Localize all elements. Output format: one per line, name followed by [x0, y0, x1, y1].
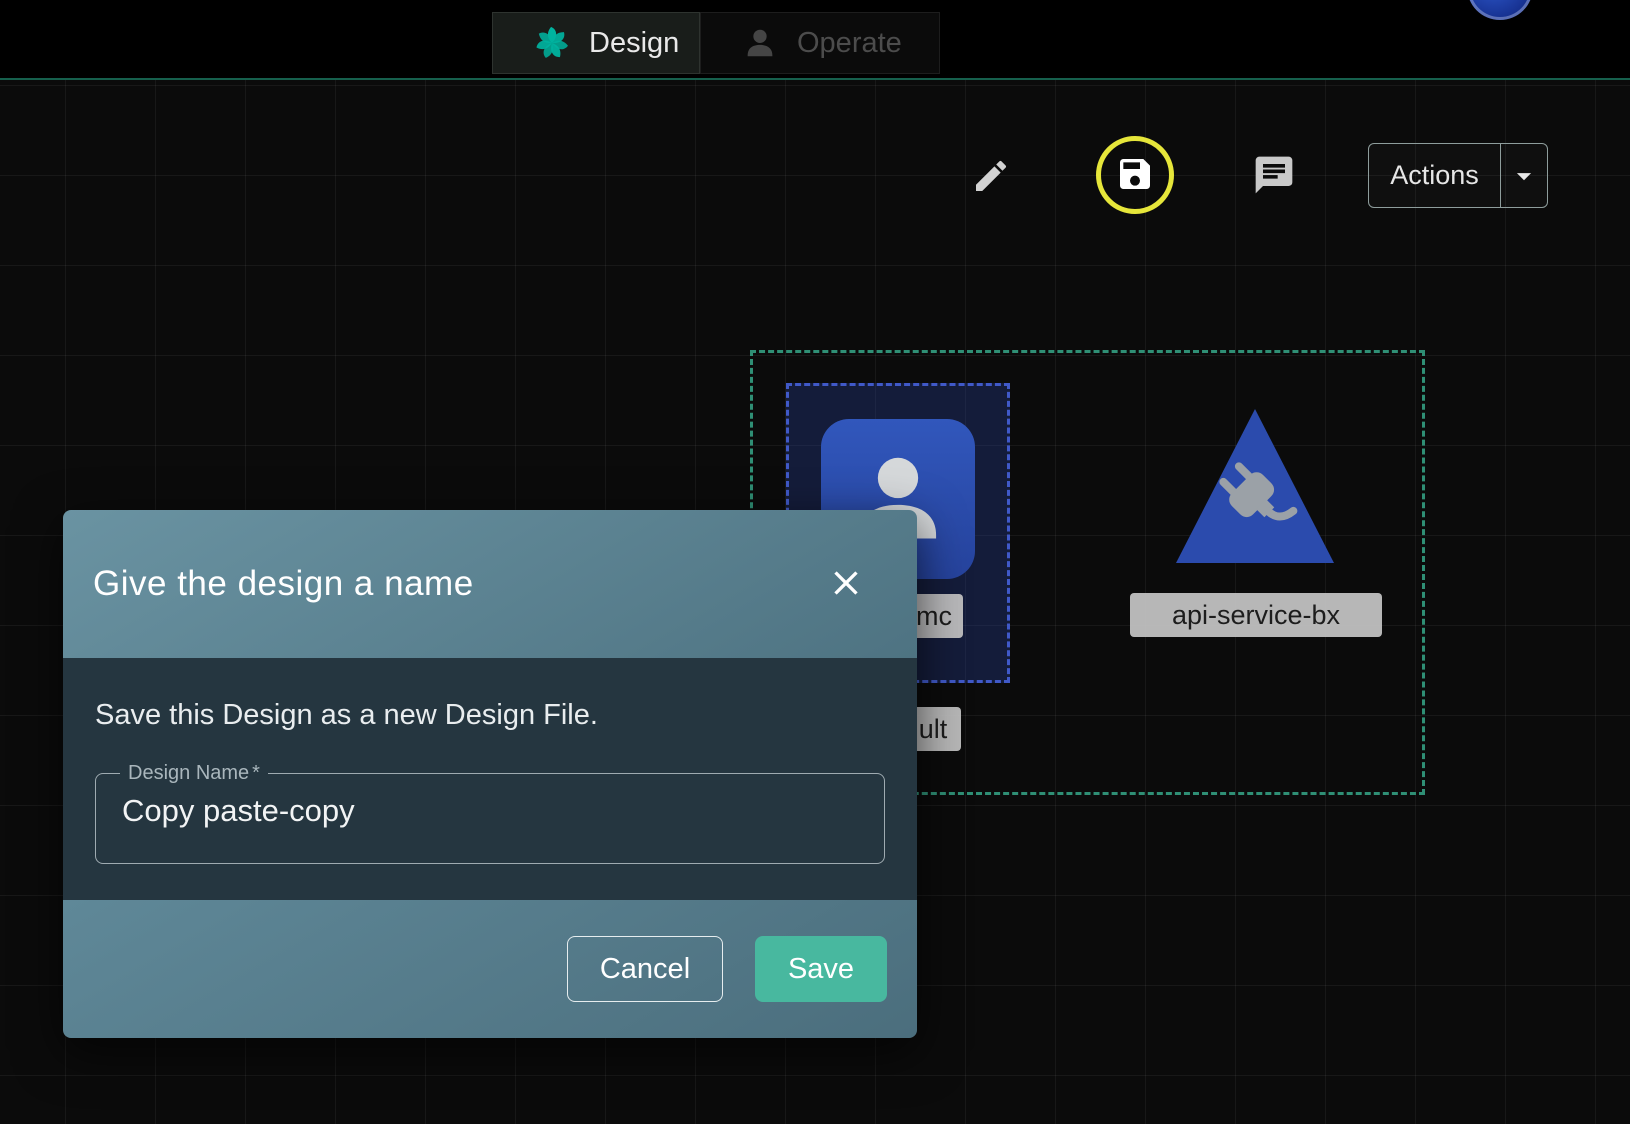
dialog-description: Save this Design as a new Design File.: [95, 698, 885, 732]
dialog-title: Give the design a name: [93, 564, 474, 604]
tab-operate[interactable]: Operate: [700, 12, 940, 74]
save-design-icon-button[interactable]: [1096, 136, 1174, 214]
actions-button[interactable]: Actions: [1368, 143, 1548, 208]
floppy-disk-icon: [1115, 154, 1155, 197]
mode-tabs: Design Operate: [492, 12, 940, 74]
design-name-field: Design Name*: [95, 762, 885, 864]
chevron-down-icon[interactable]: [1501, 144, 1547, 207]
close-icon: [826, 563, 866, 606]
design-name-input[interactable]: [108, 785, 872, 847]
close-button[interactable]: [823, 561, 869, 607]
chat-bubble-icon: [1252, 153, 1296, 200]
operator-person-icon: [741, 24, 779, 62]
pencil-icon: [971, 156, 1011, 199]
dialog-header: Give the design a name: [63, 510, 917, 658]
meshery-logo-icon: [533, 24, 571, 62]
edit-button[interactable]: [968, 154, 1014, 200]
cancel-button[interactable]: Cancel: [567, 936, 723, 1002]
triangle-shape: [1172, 405, 1338, 567]
dialog-body: Save this Design as a new Design File. D…: [63, 658, 917, 900]
tab-design[interactable]: Design: [492, 12, 700, 74]
field-label: Design Name*: [120, 762, 268, 785]
tab-design-label: Design: [589, 27, 679, 60]
tab-operate-label: Operate: [797, 27, 902, 60]
save-design-dialog: Give the design a name Save this Design …: [63, 510, 917, 1038]
comment-button[interactable]: [1250, 152, 1298, 200]
node-label: api-service-bx: [1130, 593, 1382, 637]
save-button[interactable]: Save: [755, 936, 887, 1002]
actions-label: Actions: [1369, 144, 1500, 207]
api-service-node[interactable]: [1172, 405, 1338, 567]
dialog-footer: Cancel Save: [63, 900, 917, 1038]
topbar: Design Operate: [0, 0, 1630, 80]
